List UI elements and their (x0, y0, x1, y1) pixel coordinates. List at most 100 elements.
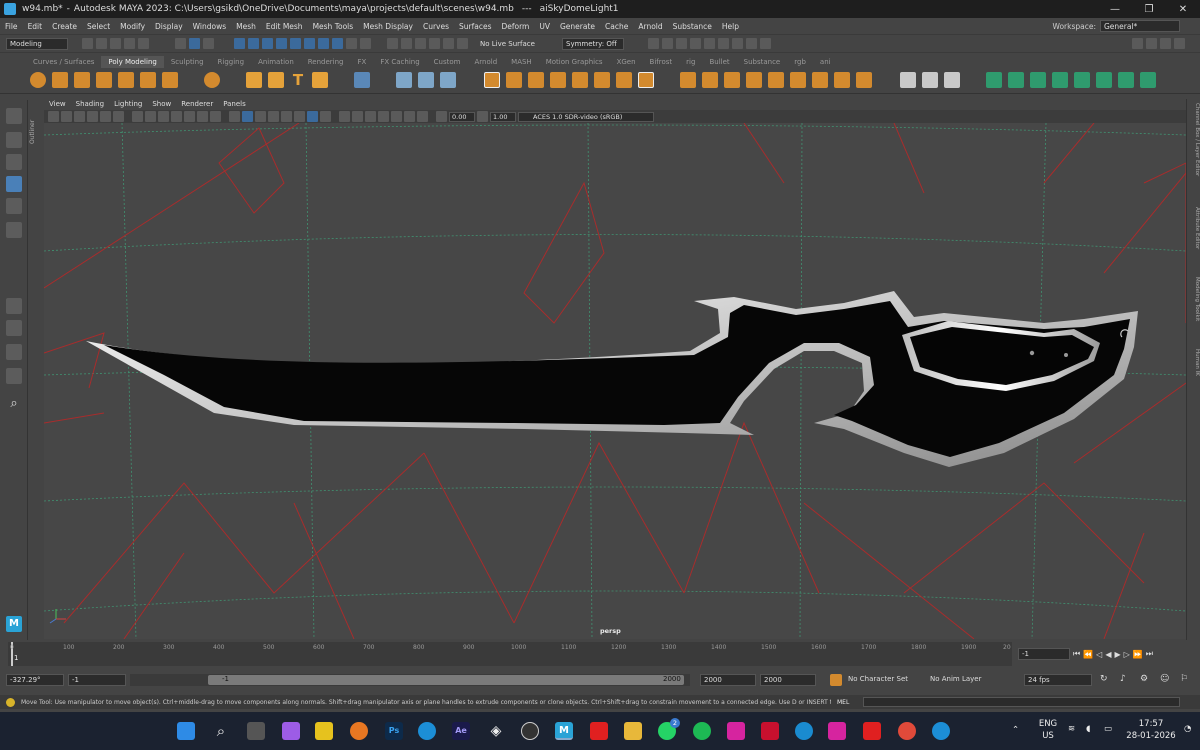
mirror-icon[interactable] (506, 72, 522, 88)
make-live-icon[interactable] (443, 38, 454, 49)
unitize-uv-icon[interactable] (1118, 72, 1134, 88)
platonic-solid-icon[interactable] (204, 72, 220, 88)
exposure-field[interactable]: 0.00 (449, 111, 475, 122)
xray-icon[interactable] (391, 111, 402, 122)
select-by-curve-icon[interactable] (262, 38, 273, 49)
smooth-shade-icon[interactable] (242, 111, 253, 122)
current-frame-field[interactable]: -1 (1018, 648, 1070, 660)
unity-icon[interactable]: ◈ (487, 722, 505, 740)
shadows-icon[interactable] (307, 111, 318, 122)
menu-mesh-tools[interactable]: Mesh Tools (308, 22, 359, 31)
snap-grid-icon[interactable] (387, 38, 398, 49)
wedge-icon[interactable] (812, 72, 828, 88)
mel-command-input[interactable] (863, 697, 1180, 707)
paint-select-tool-icon[interactable] (6, 154, 22, 170)
panel-menu-view[interactable]: View (44, 99, 71, 110)
gamma-field[interactable]: 1.00 (490, 111, 516, 122)
select-by-surface-icon[interactable] (276, 38, 287, 49)
render-settings-icon[interactable] (690, 38, 701, 49)
open-scene-icon[interactable] (96, 38, 107, 49)
symmetry-dropdown[interactable]: Symmetry: Off (562, 37, 624, 50)
outliner-layout-icon[interactable] (6, 368, 22, 384)
obs-icon[interactable] (521, 722, 539, 740)
task-view-icon[interactable] (247, 722, 265, 740)
tab-rendering[interactable]: Rendering (301, 56, 351, 68)
menu-generate[interactable]: Generate (555, 22, 600, 31)
select-camera-icon[interactable] (48, 111, 59, 122)
workspace-dropdown[interactable]: General* (1100, 20, 1180, 32)
app-blue-icon[interactable] (795, 722, 813, 740)
select-by-misc-icon[interactable] (332, 38, 343, 49)
circularize-icon[interactable] (834, 72, 850, 88)
smooth-icon[interactable] (440, 72, 456, 88)
tab-xgen[interactable]: XGen (610, 56, 643, 68)
persp-outliner-layout-icon[interactable] (6, 344, 22, 360)
tab-bifrost[interactable]: Bifrost (643, 56, 680, 68)
range-slider[interactable]: -1 2000 (130, 674, 690, 686)
clock-date[interactable]: 28-01-2026 (1122, 731, 1180, 741)
human-ik-tab[interactable]: Human IK (1188, 349, 1200, 376)
tray-chevron-icon[interactable]: ⌃ (1012, 725, 1019, 735)
tab-fx-caching[interactable]: FX Caching (373, 56, 426, 68)
sweep-mesh-icon[interactable] (246, 72, 262, 88)
instagram-icon[interactable] (727, 722, 745, 740)
tab-rigging[interactable]: Rigging (211, 56, 252, 68)
unfold-uv-icon[interactable] (944, 72, 960, 88)
help-line-icon[interactable]: ⚐ (1180, 674, 1188, 684)
render-frame-icon[interactable] (662, 38, 673, 49)
planar-map-icon[interactable] (1008, 72, 1024, 88)
default-material-icon[interactable] (255, 111, 266, 122)
undo-icon[interactable] (124, 38, 135, 49)
step-forward-key-icon[interactable]: ⏩ (1133, 650, 1143, 659)
clock-time[interactable]: 17:57 (1126, 719, 1176, 729)
sew-uv-icon[interactable] (922, 72, 938, 88)
append-polygon-icon[interactable] (616, 72, 632, 88)
offset-edge-loop-icon[interactable] (702, 72, 718, 88)
tab-ani[interactable]: ani (813, 56, 838, 68)
resolution-gate-icon[interactable] (158, 111, 169, 122)
isolate-select-icon[interactable] (378, 111, 389, 122)
snap-options-icon[interactable] (457, 38, 468, 49)
combine-icon[interactable] (396, 72, 412, 88)
language-region[interactable]: US (1036, 731, 1060, 741)
bevel-icon[interactable] (572, 72, 588, 88)
tab-poly-modeling[interactable]: Poly Modeling (101, 56, 164, 68)
menu-mesh-display[interactable]: Mesh Display (358, 22, 418, 31)
panel-menu-lighting[interactable]: Lighting (109, 99, 147, 110)
poly-helix-icon[interactable] (268, 72, 284, 88)
safe-title-icon[interactable] (210, 111, 221, 122)
use-all-lights-icon[interactable] (294, 111, 305, 122)
live-surface-field[interactable]: No Live Surface (480, 40, 544, 48)
attribute-editor-tab[interactable]: Attribute Editor (1188, 207, 1200, 249)
boolean-icon[interactable] (484, 72, 500, 88)
extrude-icon[interactable] (528, 72, 544, 88)
lasso-tool-icon[interactable] (6, 132, 22, 148)
insert-edge-loop-icon[interactable] (680, 72, 696, 88)
tab-motion-graphics[interactable]: Motion Graphics (539, 56, 610, 68)
outliner-tab[interactable]: Outliner (29, 104, 41, 144)
channel-box-icon[interactable] (1174, 38, 1185, 49)
menu-select[interactable]: Select (82, 22, 115, 31)
tab-substance[interactable]: Substance (737, 56, 788, 68)
mode-dropdown[interactable]: Modeling (6, 37, 68, 50)
menu-substance[interactable]: Substance (668, 22, 717, 31)
automatic-map-icon[interactable] (1074, 72, 1090, 88)
chrome-icon[interactable] (898, 722, 916, 740)
menu-cache[interactable]: Cache (600, 22, 633, 31)
menu-create[interactable]: Create (47, 22, 82, 31)
poly-grid-icon[interactable] (354, 72, 370, 88)
film-gate-icon[interactable] (145, 111, 156, 122)
poly-disc-icon[interactable] (162, 72, 178, 88)
notifications-icon[interactable]: ◔ (1184, 724, 1191, 734)
snap-point-icon[interactable] (415, 38, 426, 49)
go-to-end-icon[interactable]: ⏭ (1146, 649, 1153, 659)
fps-dropdown[interactable]: 24 fps (1024, 674, 1092, 686)
wifi-icon[interactable]: ≋ (1068, 724, 1075, 734)
after-effects-icon[interactable]: Ae (452, 722, 470, 740)
light-editor-icon[interactable] (732, 38, 743, 49)
panel-menu-renderer[interactable]: Renderer (176, 99, 218, 110)
tab-animation[interactable]: Animation (251, 56, 301, 68)
wireframe-on-shaded-icon[interactable] (268, 111, 279, 122)
merge-icon[interactable] (746, 72, 762, 88)
camera-attributes-icon[interactable] (61, 111, 72, 122)
